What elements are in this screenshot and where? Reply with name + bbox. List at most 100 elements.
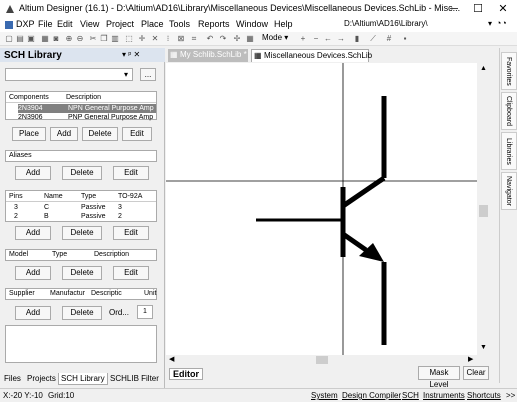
scroll-right-icon[interactable]: ▶ xyxy=(468,355,473,363)
deselect-icon[interactable]: ⊠ xyxy=(176,34,186,44)
delete-pin-button[interactable]: Delete xyxy=(62,226,102,240)
delete-supplier-button[interactable]: Delete xyxy=(62,306,102,320)
path-dropdown-arrow-icon[interactable]: ▾ xyxy=(488,19,492,28)
delete-model-button[interactable]: Delete xyxy=(62,266,102,280)
col-pins[interactable]: Pins xyxy=(9,191,23,202)
tab-schlib-filter[interactable]: SCHLIB Filter xyxy=(108,373,161,385)
color-tool-icon[interactable]: ▪ xyxy=(400,34,410,44)
table-row[interactable]: 3 C Passive 3 xyxy=(6,203,156,212)
edit-component-button[interactable]: Edit xyxy=(122,127,152,141)
tab-favorites[interactable]: Favorites xyxy=(501,52,517,90)
delete-component-button[interactable]: Delete xyxy=(82,127,118,141)
maximize-button[interactable]: ☐ xyxy=(466,2,490,16)
snap-icon[interactable]: ⌗ xyxy=(189,34,199,44)
edit-model-button[interactable]: Edit xyxy=(113,266,149,280)
col-model-type[interactable]: Type xyxy=(52,251,67,258)
col-unit[interactable]: Unit xyxy=(144,290,156,297)
zoom-out-icon[interactable]: ⊖ xyxy=(75,34,85,44)
delete-alias-button[interactable]: Delete xyxy=(62,166,102,180)
minimize-button[interactable]: ─ xyxy=(442,2,466,16)
col-type[interactable]: Type xyxy=(81,191,96,202)
cut-icon[interactable]: ✂ xyxy=(88,34,98,44)
move-icon[interactable]: ✛ xyxy=(137,34,147,44)
grid-tool-icon[interactable]: # xyxy=(384,34,394,44)
col-supplier[interactable]: Supplier xyxy=(9,290,35,297)
clear-button[interactable]: Clear xyxy=(463,366,489,380)
add-component-button[interactable]: Add xyxy=(50,127,78,141)
col-model[interactable]: Model xyxy=(9,251,28,258)
hilite-icon[interactable]: ⁝ xyxy=(163,34,173,44)
scroll-left-icon[interactable]: ◀ xyxy=(169,355,174,363)
status-design-compiler[interactable]: Design Compiler xyxy=(342,391,401,400)
col-model-description[interactable]: Description xyxy=(94,251,129,258)
editor-tab[interactable]: Editor xyxy=(169,368,203,380)
tab-projects[interactable]: Projects xyxy=(25,373,58,385)
print-icon[interactable]: ▦ xyxy=(40,34,50,44)
menu-window[interactable]: Window xyxy=(236,19,268,29)
order-quantity-stepper[interactable]: 1 xyxy=(137,305,153,319)
menu-view[interactable]: View xyxy=(80,19,99,29)
clear-icon[interactable]: ✕ xyxy=(150,34,160,44)
cross-probe-icon[interactable]: ✢ xyxy=(232,34,242,44)
tab-libraries[interactable]: Libraries xyxy=(501,132,517,170)
menu-edit[interactable]: Edit xyxy=(57,19,73,29)
vertical-scrollbar[interactable]: ▲ ▼ xyxy=(477,63,490,355)
schematic-svg[interactable] xyxy=(166,63,490,355)
menu-file[interactable]: File xyxy=(38,19,53,29)
edit-alias-button[interactable]: Edit xyxy=(113,166,149,180)
arrow-right-icon[interactable]: → xyxy=(336,34,346,44)
status-sch[interactable]: SCH xyxy=(402,391,419,400)
add-icon[interactable]: + xyxy=(298,34,308,44)
close-button[interactable]: ✕ xyxy=(491,2,515,16)
status-instruments[interactable]: Instruments xyxy=(423,391,465,400)
tab-sch-library[interactable]: SCH Library xyxy=(58,373,108,385)
status-more[interactable]: >> xyxy=(506,391,515,400)
tab-clipboard[interactable]: Clipboard xyxy=(501,92,517,130)
save-icon[interactable]: ▣ xyxy=(26,34,36,44)
tab-miscellaneous-devices[interactable]: ▦ Miscellaneous Devices.SchLib xyxy=(251,49,372,62)
horizontal-scrollbar[interactable]: ◀ ▶ xyxy=(166,355,490,365)
nav-icons[interactable]: ◔◔ xyxy=(496,18,507,28)
open-icon[interactable]: ▤ xyxy=(15,34,25,44)
collector-line[interactable] xyxy=(341,175,386,209)
copy-icon[interactable]: ❐ xyxy=(99,34,109,44)
grid-icon[interactable]: ▦ xyxy=(245,34,255,44)
col-supplier-description[interactable]: Descriptic xyxy=(91,290,122,297)
mask-level-button[interactable]: Mask Level xyxy=(418,366,460,389)
add-alias-button[interactable]: Add xyxy=(15,166,51,180)
status-system[interactable]: System xyxy=(311,391,338,400)
path-dropdown[interactable]: D:\Altium\AD16\Library\ xyxy=(344,19,484,31)
table-row[interactable]: 2N3904 NPN General Purpose Amp xyxy=(18,104,156,113)
table-row[interactable]: 2N3906 PNP General Purpose Amp xyxy=(18,113,156,122)
preview-icon[interactable]: ◙ xyxy=(51,34,61,44)
table-row[interactable]: 2 B Passive 2 xyxy=(6,212,156,221)
filter-more-button[interactable]: ... xyxy=(140,68,156,81)
remove-icon[interactable]: − xyxy=(311,34,321,44)
line-tool-icon[interactable]: ⟋ xyxy=(368,34,378,44)
tab-files[interactable]: Files xyxy=(2,373,23,385)
menu-reports[interactable]: Reports xyxy=(198,19,230,29)
col-name[interactable]: Name xyxy=(44,191,63,202)
scroll-down-icon[interactable]: ▼ xyxy=(480,344,487,351)
edit-pin-button[interactable]: Edit xyxy=(113,226,149,240)
menu-project[interactable]: Project xyxy=(106,19,134,29)
mode-dropdown[interactable]: Mode ▾ xyxy=(262,33,288,42)
scroll-up-icon[interactable]: ▲ xyxy=(480,65,487,72)
filter-dropdown-icon[interactable]: ▾ xyxy=(124,70,128,79)
col-description[interactable]: Description xyxy=(66,92,101,103)
component-filter-input[interactable]: ▾ xyxy=(5,68,133,81)
menu-place[interactable]: Place xyxy=(141,19,164,29)
menu-help[interactable]: Help xyxy=(274,19,293,29)
vertical-scroll-thumb[interactable] xyxy=(479,205,488,217)
tab-my-schlib[interactable]: ▦ My Schlib.SchLib * xyxy=(168,49,248,62)
horizontal-scroll-thumb[interactable] xyxy=(316,356,328,364)
place-button[interactable]: Place xyxy=(12,127,46,141)
status-shortcuts[interactable]: Shortcuts xyxy=(467,391,501,400)
add-model-button[interactable]: Add xyxy=(15,266,51,280)
add-supplier-button[interactable]: Add xyxy=(15,306,51,320)
menu-dxp[interactable]: DXP xyxy=(16,19,35,29)
select-icon[interactable]: ⬚ xyxy=(124,34,134,44)
emitter-line[interactable] xyxy=(341,231,368,253)
redo-icon[interactable]: ↷ xyxy=(218,34,228,44)
menu-tools[interactable]: Tools xyxy=(169,19,190,29)
